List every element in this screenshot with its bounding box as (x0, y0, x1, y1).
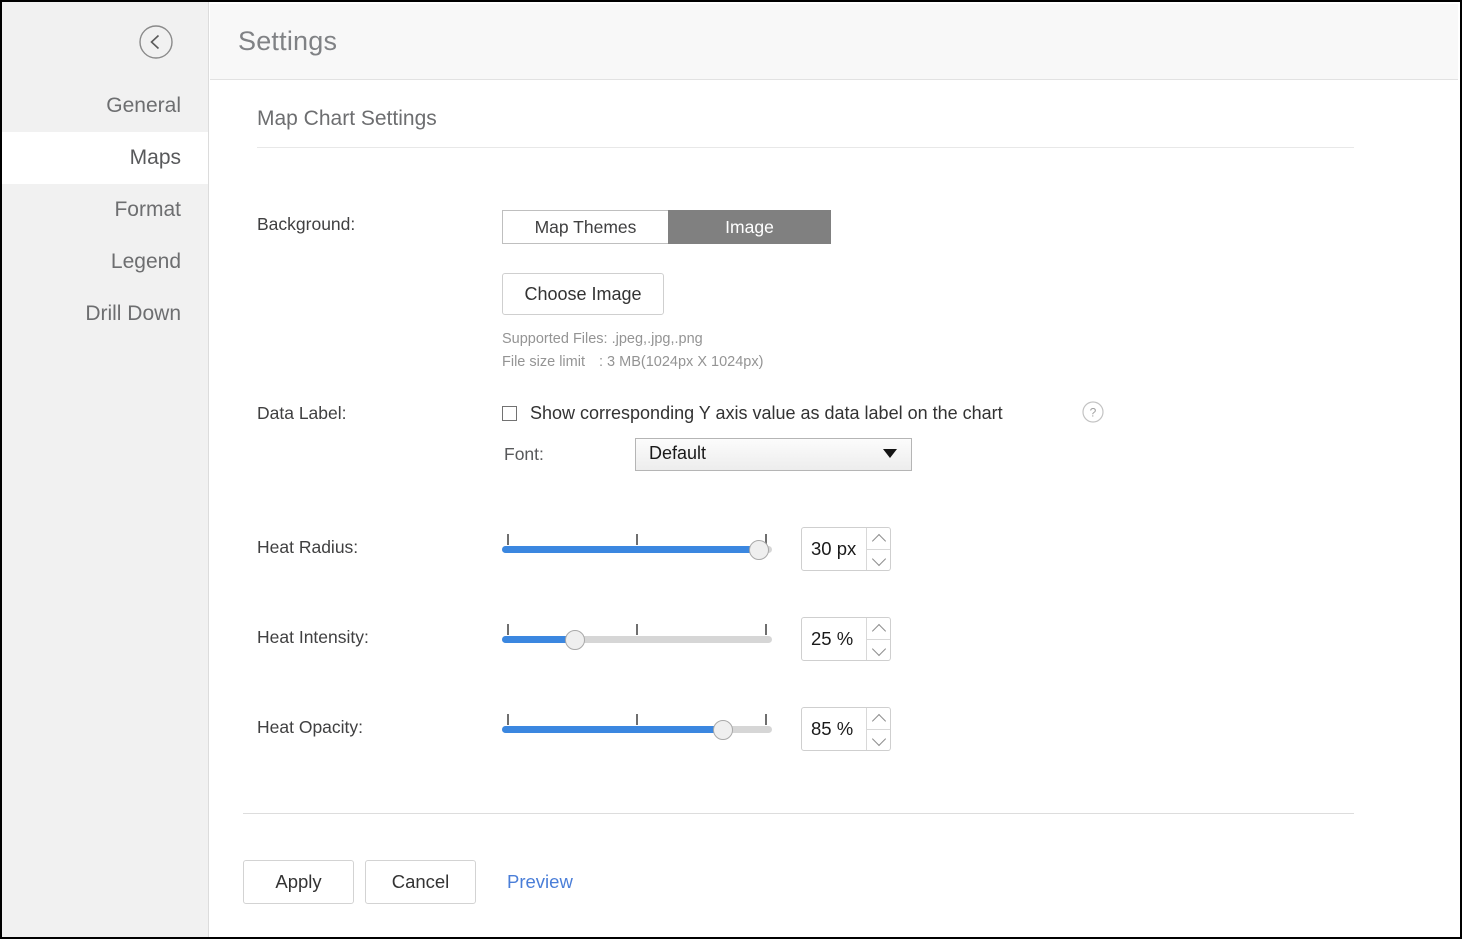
preview-link[interactable]: Preview (507, 871, 573, 893)
chevron-up-icon (871, 533, 887, 549)
heat-opacity-slider[interactable] (502, 709, 772, 745)
sidebar-item-label: General (106, 94, 181, 117)
heat-intensity-label: Heat Intensity: (257, 627, 369, 647)
file-size-note: File size limit : 3 MB(1024px X 1024px) (502, 354, 763, 370)
data-label-checkbox[interactable] (502, 406, 517, 421)
slider-fill (502, 726, 724, 733)
data-label-checkbox-row: Show corresponding Y axis value as data … (502, 403, 1003, 424)
font-select[interactable]: Default (635, 438, 912, 471)
data-label-help-button[interactable]: ? (1082, 401, 1104, 423)
data-label-label: Data Label: (257, 403, 347, 423)
data-label-checkbox-label: Show corresponding Y axis value as data … (530, 403, 1003, 423)
stepper-increment-button[interactable] (867, 708, 890, 730)
font-select-value: Default (649, 443, 707, 463)
slider-tick (507, 714, 509, 725)
heat-radius-label: Heat Radius: (257, 537, 359, 557)
chevron-left-circle-icon (139, 25, 173, 59)
choose-image-label: Choose Image (524, 284, 642, 304)
sidebar-item-format[interactable]: Format (2, 184, 208, 236)
slider-fill (502, 636, 575, 643)
heat-radius-stepper[interactable]: 30 px (801, 527, 891, 571)
chevron-down-icon (871, 551, 887, 567)
apply-button[interactable]: Apply (243, 860, 354, 904)
sidebar-item-drill-down[interactable]: Drill Down (2, 288, 208, 340)
stepper-increment-button[interactable] (867, 528, 890, 550)
slider-thumb[interactable] (713, 720, 734, 740)
stepper-spinner (866, 528, 890, 570)
heat-intensity-stepper[interactable]: 25 % (801, 617, 891, 661)
file-size-note-value: : 3 MB(1024px X 1024px) (598, 354, 764, 370)
slider-tick (636, 714, 638, 725)
choose-image-button[interactable]: Choose Image (502, 273, 664, 315)
sidebar-nav: General Maps Format Legend Drill Down (2, 80, 208, 340)
chevron-down-icon (883, 449, 897, 458)
sidebar-item-label: Legend (110, 250, 181, 273)
heat-intensity-value[interactable]: 25 % (802, 618, 866, 660)
sidebar-item-label: Maps (129, 146, 181, 169)
settings-content: Map Chart Settings Background: Map Theme… (210, 81, 1458, 935)
question-mark-icon: ? (1082, 401, 1104, 423)
background-label: Background: (257, 214, 356, 234)
slider-tick (507, 534, 509, 545)
font-label: Font: (504, 444, 544, 464)
slider-thumb[interactable] (564, 630, 585, 650)
sidebar-item-legend[interactable]: Legend (2, 236, 208, 288)
section-title: Map Chart Settings (257, 107, 437, 130)
stepper-decrement-button[interactable] (867, 549, 890, 570)
segment-label: Image (725, 217, 774, 237)
sidebar-item-maps[interactable]: Maps (2, 132, 208, 184)
background-option-map-themes[interactable]: Map Themes (502, 210, 668, 244)
slider-tick (765, 714, 767, 725)
sidebar-item-label: Drill Down (85, 302, 181, 325)
chevron-down-icon (871, 641, 887, 657)
heat-radius-value[interactable]: 30 px (802, 528, 866, 570)
stepper-spinner (866, 618, 890, 660)
slider-tick (507, 624, 509, 635)
chevron-up-icon (871, 623, 887, 639)
settings-window: General Maps Format Legend Drill Down Se… (0, 0, 1462, 939)
slider-tick (636, 624, 638, 635)
slider-tick (636, 534, 638, 545)
page-title: Settings (238, 26, 338, 56)
sidebar-item-general[interactable]: General (2, 80, 208, 132)
stepper-decrement-button[interactable] (867, 639, 890, 660)
background-option-image[interactable]: Image (668, 210, 831, 244)
slider-fill (502, 546, 759, 553)
heat-intensity-slider[interactable] (502, 619, 772, 655)
segment-label: Map Themes (534, 217, 637, 237)
file-size-note-label: File size limit (502, 354, 585, 370)
chevron-down-icon (871, 731, 887, 747)
supported-files-note: Supported Files: .jpeg,.jpg,.png (502, 331, 703, 347)
cancel-button[interactable]: Cancel (365, 860, 476, 904)
stepper-increment-button[interactable] (867, 618, 890, 640)
svg-text:?: ? (1090, 406, 1097, 420)
sidebar-item-label: Format (114, 198, 181, 221)
header-bar: Settings (210, 4, 1458, 80)
heat-opacity-value[interactable]: 85 % (802, 708, 866, 750)
footer-divider (243, 813, 1354, 814)
section-divider (257, 147, 1354, 148)
slider-thumb[interactable] (748, 540, 769, 560)
slider-tick (765, 624, 767, 635)
sidebar: General Maps Format Legend Drill Down (2, 2, 209, 937)
back-button[interactable] (138, 24, 174, 60)
chevron-up-icon (871, 713, 887, 729)
heat-opacity-stepper[interactable]: 85 % (801, 707, 891, 751)
heat-radius-slider[interactable] (502, 529, 772, 565)
stepper-spinner (866, 708, 890, 750)
footer-actions: Apply Cancel Preview (243, 860, 573, 904)
heat-opacity-label: Heat Opacity: (257, 717, 364, 737)
background-type-toggle: Map Themes Image (502, 210, 831, 244)
stepper-decrement-button[interactable] (867, 729, 890, 750)
